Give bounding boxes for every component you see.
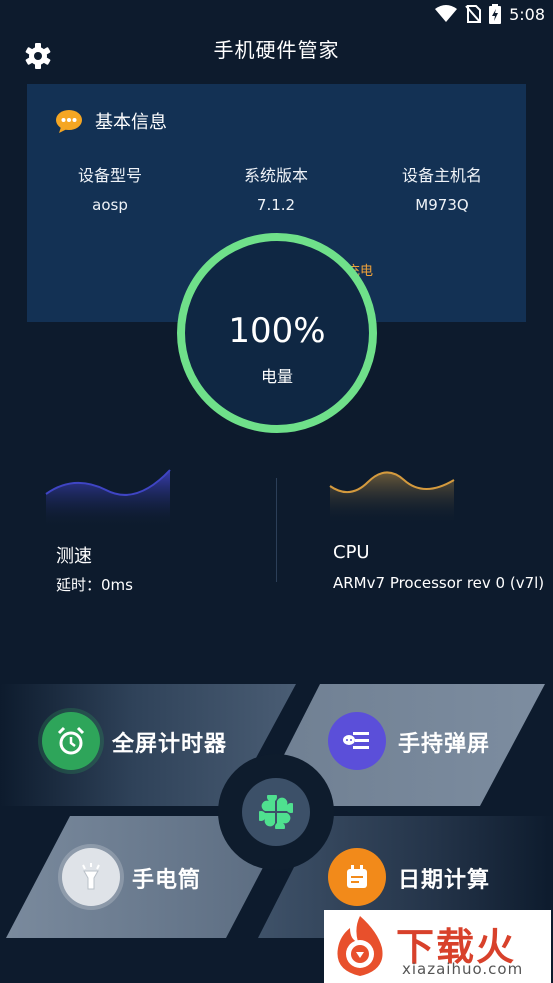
- battery-ring: 100% 电量: [177, 233, 377, 433]
- clover-icon: [259, 795, 293, 829]
- device-model-value: aosp: [92, 196, 128, 214]
- status-time: 5:08: [509, 4, 545, 24]
- device-model-field: 设备型号 aosp: [27, 162, 193, 214]
- wifi-icon: [435, 5, 458, 22]
- speed-wave-graphic[interactable]: [44, 466, 172, 528]
- cpu-title: CPU: [333, 542, 370, 563]
- hostname-label: 设备主机名: [401, 166, 482, 185]
- hostname-field: 设备主机名 M973Q: [359, 162, 525, 214]
- system-version-field: 系统版本 7.1.2: [193, 162, 359, 214]
- timer-label[interactable]: 全屏计时器: [112, 726, 227, 758]
- popup-label[interactable]: 手持弹屏: [398, 726, 490, 758]
- battery-label: 电量: [260, 367, 293, 386]
- title-bar: 手机硬件管家: [0, 28, 553, 69]
- speed-title: 测速: [56, 546, 92, 567]
- hostname-value: M973Q: [415, 196, 469, 214]
- speed-latency: 延时：0ms: [56, 576, 133, 594]
- no-sim-icon: [465, 5, 482, 23]
- page-title: 手机硬件管家: [213, 38, 340, 62]
- message-lines-icon[interactable]: [328, 712, 386, 770]
- basic-info-title: 基本信息: [95, 112, 167, 133]
- battery-charging-icon: [489, 4, 502, 24]
- center-hub[interactable]: [218, 754, 334, 870]
- system-version-value: 7.1.2: [256, 196, 296, 214]
- cpu-wave-graphic[interactable]: [328, 464, 456, 524]
- calendar-icon[interactable]: [328, 848, 386, 906]
- basic-info-header: 基本信息: [55, 108, 167, 134]
- chat-bubble-icon: [56, 110, 82, 133]
- alarm-clock-icon[interactable]: [42, 712, 100, 770]
- status-icons: 5:08: [435, 4, 545, 24]
- hub-button[interactable]: [242, 778, 310, 846]
- system-version-label: 系统版本: [243, 166, 308, 185]
- fire-logo-icon: [337, 916, 383, 976]
- battery-percent: 100%: [228, 311, 326, 351]
- watermark-url: xiazaihuo.com: [402, 960, 524, 978]
- divider: [276, 478, 277, 582]
- device-model-label: 设备型号: [77, 166, 142, 185]
- cpu-info: ARMv7 Processor rev 0 (v7l): [333, 574, 545, 592]
- watermark-logo: 下载火 xiazaihuo.com: [324, 910, 551, 983]
- flashlight-icon[interactable]: [62, 848, 120, 906]
- flashlight-label[interactable]: 手电筒: [132, 862, 201, 894]
- date-calc-label[interactable]: 日期计算: [398, 862, 490, 894]
